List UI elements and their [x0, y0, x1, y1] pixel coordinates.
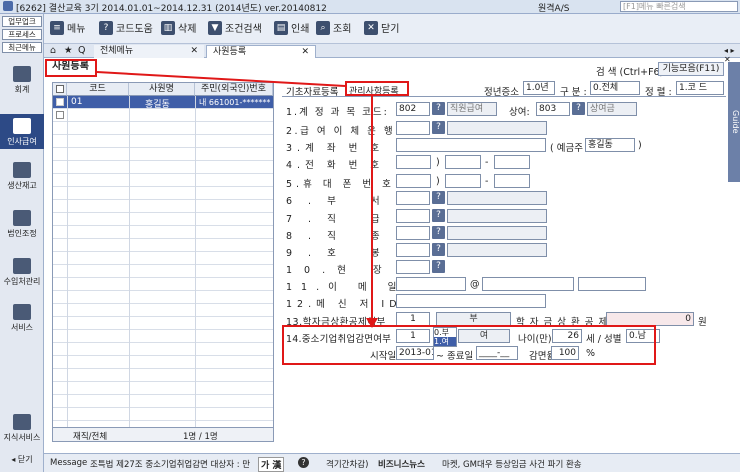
message-text: 조특법 제27조 중소기업취업감면 대상자 : 만	[90, 460, 251, 470]
status-bar: Message 조특법 제27조 중소기업취업감면 대상자 : 만 가 漢 ? …	[44, 453, 740, 472]
annotation-arrows	[96, 71, 378, 328]
ime-indicator[interactable]: 가 漢	[258, 457, 285, 472]
message-label: Message	[50, 458, 88, 468]
help-icon[interactable]: ?	[298, 457, 309, 468]
business-news-label[interactable]: 비즈니스뉴스	[378, 458, 425, 470]
news-ticker[interactable]: 마켓, GM대우 등상임금 사건 파기 환송	[442, 458, 582, 470]
message-text-2: 격기간차감)	[326, 460, 369, 470]
